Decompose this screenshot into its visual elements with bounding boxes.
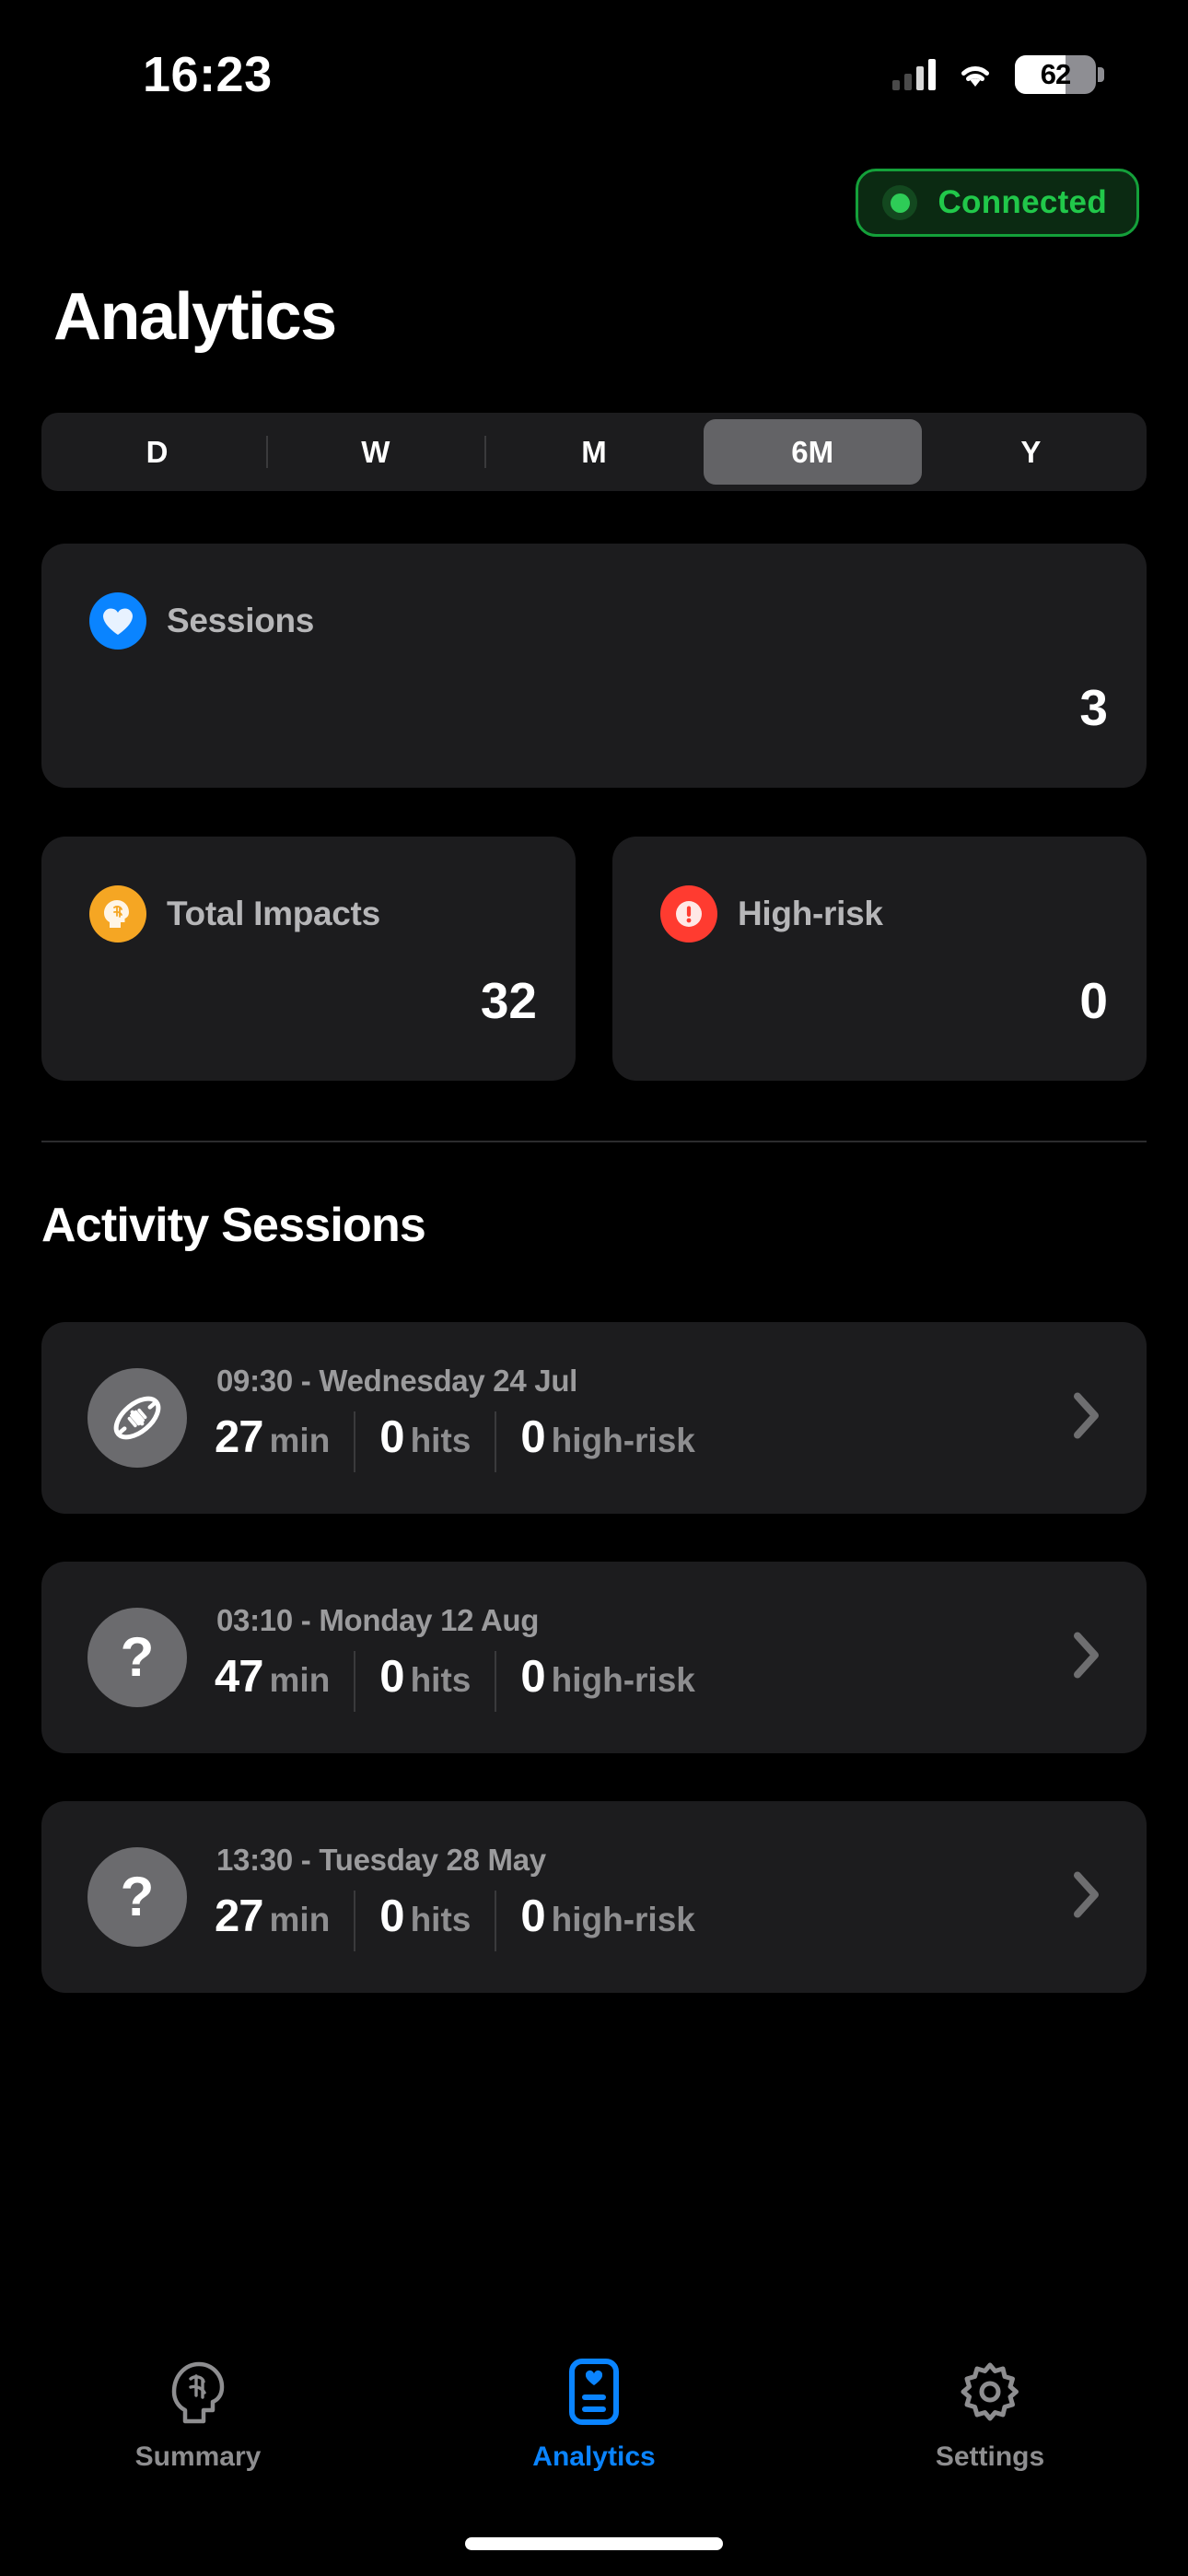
chevron-right-icon[interactable]: [1071, 1870, 1102, 1925]
football-icon: [87, 1368, 187, 1468]
sessions-card-value: 3: [1079, 679, 1108, 736]
high-risk-card-value: 0: [1079, 972, 1108, 1029]
sessions-summary-card[interactable]: Sessions 3: [41, 544, 1147, 788]
session-hits-unit: hits: [410, 1661, 472, 1699]
connection-dot-icon: [882, 185, 918, 220]
high-risk-card-label: High-risk: [738, 895, 883, 932]
session-list-item[interactable]: ? 03:10 - Monday 12 Aug 47 min 0 hits 0 …: [41, 1562, 1147, 1753]
session-stats: 27 min 0 hits 0 high-risk: [215, 1411, 719, 1472]
session-datetime: 13:30 - Tuesday 28 May: [216, 1843, 546, 1877]
tab-settings-label: Settings: [935, 2441, 1045, 2472]
high-risk-card[interactable]: High-risk 0: [612, 837, 1147, 1081]
tab-summary-label: Summary: [134, 2441, 262, 2472]
session-hits-value: 0: [379, 1652, 404, 1702]
range-option-6m[interactable]: 6M: [703, 419, 922, 485]
tab-settings[interactable]: Settings: [792, 2355, 1188, 2473]
session-stats: 27 min 0 hits 0 high-risk: [215, 1891, 719, 1951]
question-mark-glyph: ?: [120, 1626, 155, 1688]
session-high-risk-unit: high-risk: [551, 1901, 695, 1938]
cellular-signal-icon: [892, 59, 936, 90]
status-bar: 16:23 62: [0, 0, 1188, 138]
heart-icon: [89, 592, 146, 650]
range-option-m[interactable]: M: [484, 419, 703, 485]
session-hits-stat: 0 hits: [354, 1891, 495, 1951]
session-hits-unit: hits: [410, 1422, 472, 1459]
chevron-right-icon[interactable]: [1071, 1631, 1102, 1685]
bottom-tab-bar: Summary Analytics Settings: [0, 2327, 1188, 2576]
time-range-segmented-control[interactable]: D W M 6M Y: [41, 413, 1147, 491]
connection-status-label: Connected: [938, 184, 1107, 220]
question-mark-glyph: ?: [120, 1866, 155, 1927]
session-high-risk-stat: 0 high-risk: [495, 1411, 719, 1472]
session-high-risk-stat: 0 high-risk: [495, 1651, 719, 1712]
session-list-item[interactable]: ? 13:30 - Tuesday 28 May 27 min 0 hits 0…: [41, 1801, 1147, 1993]
session-duration-value: 27: [215, 1891, 264, 1941]
session-duration-unit: min: [269, 1661, 331, 1699]
section-divider: [41, 1141, 1147, 1142]
range-option-y[interactable]: Y: [922, 419, 1140, 485]
brain-head-icon: [89, 885, 146, 943]
analytics-card-icon: [568, 2355, 620, 2429]
status-bar-indicators: 62: [892, 55, 1104, 94]
session-stats: 47 min 0 hits 0 high-risk: [215, 1651, 719, 1712]
session-high-risk-stat: 0 high-risk: [495, 1891, 719, 1951]
session-high-risk-value: 0: [520, 1412, 545, 1462]
battery-percent-label: 62: [1040, 58, 1071, 90]
session-duration-stat: 47 min: [215, 1651, 354, 1712]
session-hits-stat: 0 hits: [354, 1651, 495, 1712]
tab-summary[interactable]: Summary: [0, 2355, 396, 2473]
session-duration-unit: min: [269, 1422, 331, 1459]
session-duration-unit: min: [269, 1901, 331, 1938]
total-impacts-card[interactable]: Total Impacts 32: [41, 837, 576, 1081]
total-impacts-card-label: Total Impacts: [167, 895, 380, 932]
session-hits-value: 0: [379, 1891, 404, 1941]
session-high-risk-unit: high-risk: [551, 1422, 695, 1459]
tab-analytics[interactable]: Analytics: [396, 2355, 792, 2473]
session-hits-unit: hits: [410, 1901, 472, 1938]
gear-icon: [958, 2355, 1022, 2429]
question-mark-icon: ?: [87, 1608, 187, 1707]
session-high-risk-unit: high-risk: [551, 1661, 695, 1699]
session-duration-value: 47: [215, 1652, 264, 1702]
home-indicator[interactable]: [465, 2537, 723, 2550]
app-screen: 16:23 62 Connected Analytics D W M 6M Y …: [0, 0, 1188, 2576]
session-duration-value: 27: [215, 1412, 264, 1462]
exclamation-icon: [660, 885, 717, 943]
brain-head-icon: [169, 2355, 227, 2429]
session-duration-stat: 27 min: [215, 1891, 354, 1951]
range-option-d[interactable]: D: [48, 419, 266, 485]
chevron-right-icon[interactable]: [1071, 1391, 1102, 1446]
status-bar-time: 16:23: [143, 47, 273, 102]
wifi-icon: [956, 60, 995, 89]
session-hits-value: 0: [379, 1412, 404, 1462]
tab-analytics-label: Analytics: [532, 2441, 656, 2472]
session-high-risk-value: 0: [520, 1891, 545, 1941]
page-title: Analytics: [53, 280, 337, 354]
session-datetime: 09:30 - Wednesday 24 Jul: [216, 1364, 578, 1398]
battery-icon: 62: [1015, 55, 1104, 94]
activity-sessions-title: Activity Sessions: [41, 1199, 426, 1252]
question-mark-icon: ?: [87, 1847, 187, 1947]
session-datetime: 03:10 - Monday 12 Aug: [216, 1603, 540, 1637]
session-high-risk-value: 0: [520, 1652, 545, 1702]
session-list-item[interactable]: 09:30 - Wednesday 24 Jul 27 min 0 hits 0…: [41, 1322, 1147, 1514]
range-option-w[interactable]: W: [266, 419, 484, 485]
sessions-card-label: Sessions: [167, 602, 315, 639]
session-hits-stat: 0 hits: [354, 1411, 495, 1472]
connection-status-badge[interactable]: Connected: [856, 169, 1139, 237]
session-duration-stat: 27 min: [215, 1411, 354, 1472]
total-impacts-card-value: 32: [480, 972, 537, 1029]
